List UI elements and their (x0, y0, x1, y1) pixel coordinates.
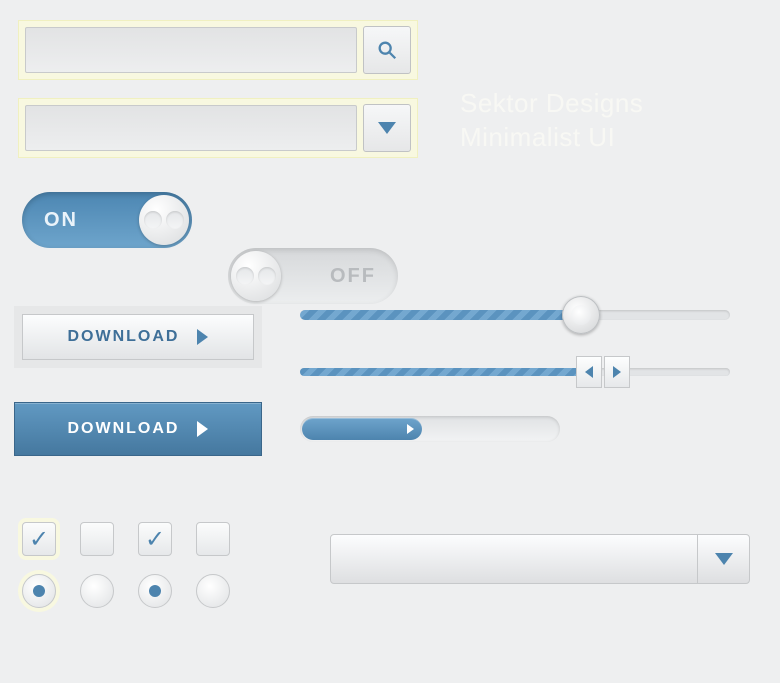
search-button[interactable] (363, 26, 411, 74)
play-icon (197, 421, 208, 437)
download-button-light-wrap: DOWNLOAD (14, 306, 262, 368)
slider-handle[interactable] (562, 296, 600, 334)
dropdown-input[interactable] (25, 105, 357, 151)
toggle-on[interactable]: ON (22, 192, 192, 248)
caret-left-icon (585, 366, 593, 378)
search-input[interactable] (25, 27, 357, 73)
caret-right-icon (613, 366, 621, 378)
radio[interactable] (22, 574, 56, 608)
select-large-trigger[interactable] (697, 535, 749, 583)
radio[interactable] (138, 574, 172, 608)
radio[interactable] (196, 574, 230, 608)
slider-caret-handle[interactable] (576, 356, 630, 388)
download-button-blue-wrap: DOWNLOAD (14, 402, 262, 456)
radio-row (22, 574, 230, 608)
radio[interactable] (80, 574, 114, 608)
progress-pill (300, 416, 560, 442)
knob-dot-icon (166, 211, 184, 229)
knob-dot-icon (258, 267, 276, 285)
download-light-label: DOWNLOAD (68, 328, 180, 346)
slider-step-right[interactable] (604, 356, 630, 388)
slider-caret[interactable] (300, 352, 730, 390)
download-button-light[interactable]: DOWNLOAD (22, 314, 254, 360)
chevron-down-icon (378, 122, 396, 134)
checkbox[interactable] (196, 522, 230, 556)
radio-dot-icon (33, 585, 45, 597)
download-blue-label: DOWNLOAD (68, 420, 180, 438)
knob-dot-icon (236, 267, 254, 285)
select-large[interactable] (330, 534, 750, 584)
play-icon (407, 424, 414, 434)
toggle-on-label: ON (44, 209, 78, 232)
check-icon: ✓ (29, 525, 49, 554)
checkbox[interactable] (80, 522, 114, 556)
kit-title-line2: Minimalist UI (460, 122, 615, 153)
toggle-off[interactable]: OFF (228, 248, 398, 304)
slider-fill (300, 368, 590, 376)
play-icon (197, 329, 208, 345)
kit-title-line1: Sektor Designs (460, 88, 643, 119)
radio-dot-icon (149, 585, 161, 597)
checkbox[interactable]: ✓ (138, 522, 172, 556)
toggle-knob (231, 251, 281, 301)
slider-step-left[interactable] (576, 356, 602, 388)
toggle-knob (139, 195, 189, 245)
progress-pill-fill (302, 418, 422, 440)
check-icon: ✓ (145, 525, 165, 554)
slider-round[interactable] (300, 298, 730, 330)
dropdown-trigger[interactable] (363, 104, 411, 152)
checkbox[interactable]: ✓ (22, 522, 56, 556)
slider-fill (300, 310, 580, 320)
download-button-blue[interactable]: DOWNLOAD (14, 402, 262, 456)
dropdown-field-wrap (18, 98, 418, 158)
chevron-down-icon (715, 553, 733, 565)
knob-dot-icon (144, 211, 162, 229)
search-field-wrap (18, 20, 418, 80)
search-icon (376, 39, 398, 61)
toggle-off-label: OFF (330, 265, 376, 288)
checkbox-row: ✓ ✓ (22, 522, 230, 556)
